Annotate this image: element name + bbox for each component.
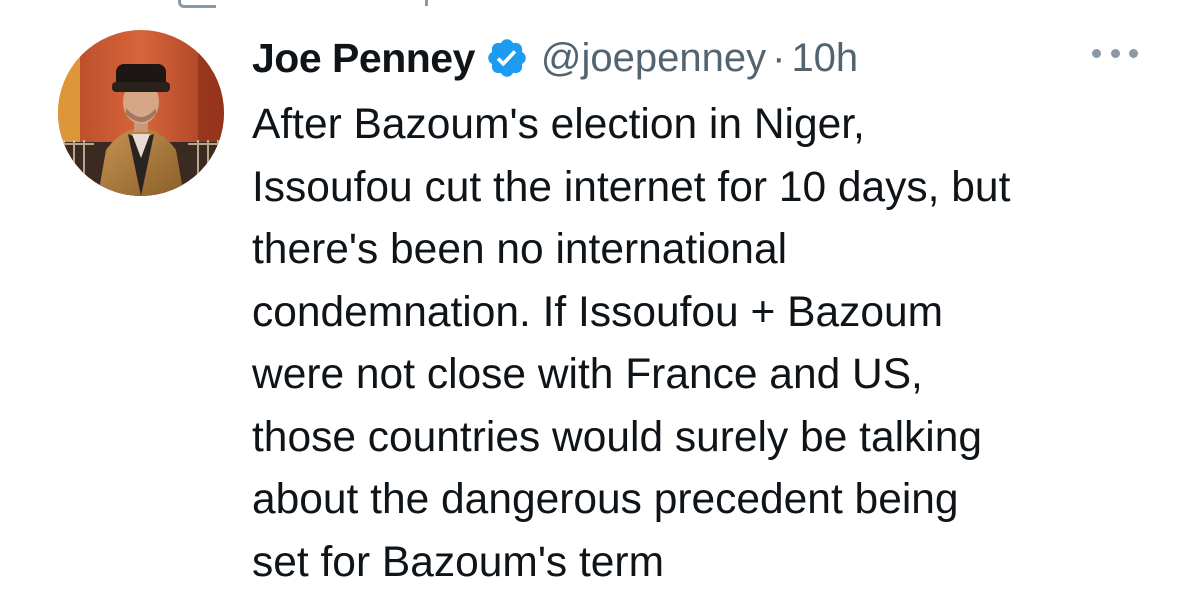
more-dot bbox=[1110, 48, 1120, 58]
tweet-text-line: set for Bazoum's term bbox=[252, 538, 664, 586]
profile-photo bbox=[58, 30, 224, 196]
more-dot bbox=[1129, 48, 1138, 58]
tweet-text-line: those countries would surely be talking bbox=[252, 413, 982, 461]
tweet-text-line: condemnation. If Issoufou + Bazoum bbox=[252, 288, 944, 336]
timestamp[interactable]: 10h bbox=[791, 36, 858, 81]
ellipsis-icon[interactable] bbox=[1092, 42, 1138, 64]
tweet-text: After Bazoum's election in Niger, Issouf… bbox=[252, 94, 1182, 594]
verified-badge-icon bbox=[485, 36, 529, 80]
tweet-text-line: After Bazoum's election in Niger, bbox=[252, 101, 865, 148]
tweet[interactable]: Joe Penney @joepenney · 10h After Bazoum… bbox=[0, 0, 1200, 598]
separator-dot: · bbox=[772, 35, 786, 80]
tweet-header: Joe Penney @joepenney · 10h bbox=[252, 28, 858, 88]
author-handle[interactable]: @joepenney bbox=[541, 36, 766, 81]
tweet-text-line: Issoufou cut the internet for 10 days, b… bbox=[252, 163, 1011, 211]
tweet-text-line: were not close with France and US, bbox=[252, 351, 923, 398]
author-name[interactable]: Joe Penney bbox=[252, 35, 475, 82]
tweet-text-line: about the dangerous precedent being bbox=[252, 476, 959, 523]
tweet-text-line: there's been no international bbox=[252, 226, 788, 273]
more-dot bbox=[1092, 48, 1101, 58]
avatar[interactable] bbox=[58, 30, 224, 196]
